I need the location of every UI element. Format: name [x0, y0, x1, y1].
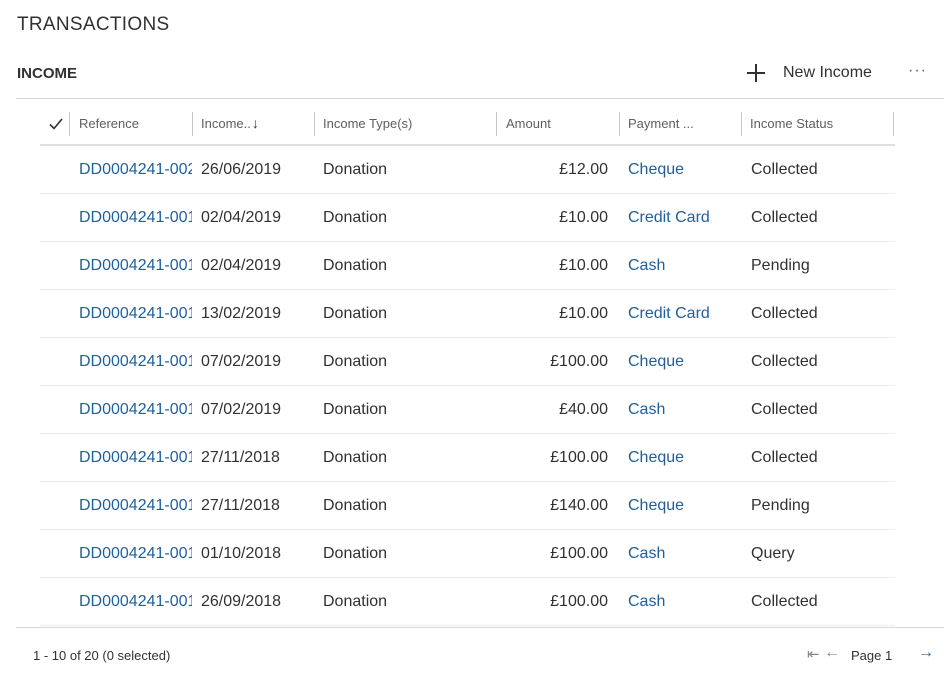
column-header-amount[interactable]: Amount	[497, 100, 619, 146]
amount-cell: £100.00	[550, 352, 608, 370]
table-row[interactable]: DD0004241-001 26/09/2018 Donation £100.0…	[40, 578, 895, 626]
column-header-income-status[interactable]: Income Status	[741, 100, 893, 146]
new-income-label: New Income	[783, 64, 872, 81]
income-type-cell: Donation	[323, 160, 388, 178]
table-row[interactable]: DD0004241-001 01/10/2018 Donation £100.0…	[40, 530, 895, 578]
income-status-cell: Collected	[751, 304, 818, 322]
record-count: 1 - 10 of 20 (0 selected)	[33, 648, 171, 663]
reference-link[interactable]: DD0004241-001	[79, 386, 192, 433]
amount-cell: £40.00	[559, 400, 608, 418]
sort-descending-icon: ↓	[251, 115, 259, 131]
payment-method-link[interactable]: Credit Card	[628, 194, 742, 241]
income-type-cell: Donation	[323, 544, 388, 562]
column-separator	[893, 112, 894, 136]
payment-method-link[interactable]: Cash	[628, 386, 742, 433]
income-status-cell: Collected	[751, 448, 818, 466]
payment-method-link[interactable]: Cheque	[628, 434, 742, 481]
reference-link[interactable]: DD0004241-001	[79, 434, 192, 481]
income-date-cell: 01/10/2018	[201, 544, 282, 562]
income-section-header: INCOME New Income ···	[16, 58, 944, 99]
grid-footer: 1 - 10 of 20 (0 selected) ⇤ ← Page 1 →	[16, 627, 944, 681]
income-date-cell: 26/06/2019	[201, 160, 282, 178]
income-date-cell: 02/04/2019	[201, 208, 282, 226]
income-type-cell: Donation	[323, 352, 388, 370]
amount-cell: £100.00	[550, 544, 608, 562]
income-date-cell: 26/09/2018	[201, 592, 282, 610]
income-date-cell: 07/02/2019	[201, 352, 282, 370]
income-type-cell: Donation	[323, 256, 388, 274]
plus-icon	[746, 63, 766, 83]
reference-link[interactable]: DD0004241-001	[79, 530, 192, 577]
payment-method-link[interactable]: Cash	[628, 578, 742, 625]
page-title: TRANSACTIONS	[17, 14, 170, 35]
income-date-cell: 27/11/2018	[201, 448, 280, 466]
income-status-cell: Collected	[751, 592, 818, 610]
column-header-reference[interactable]: Reference	[70, 100, 192, 146]
payment-method-link[interactable]: Cheque	[628, 338, 742, 385]
amount-cell: £10.00	[559, 304, 608, 322]
income-type-cell: Donation	[323, 592, 388, 610]
table-row[interactable]: DD0004241-001 13/02/2019 Donation £10.00…	[40, 290, 895, 338]
amount-cell: £100.00	[550, 592, 608, 610]
table-row[interactable]: DD0004241-001 07/02/2019 Donation £40.00…	[40, 386, 895, 434]
reference-link[interactable]: DD0004241-001	[79, 482, 192, 529]
table-row[interactable]: DD0004241-001 27/11/2018 Donation £100.0…	[40, 434, 895, 482]
income-date-cell: 02/04/2019	[201, 256, 282, 274]
column-header-income-date[interactable]: Income.. ↓	[192, 100, 314, 146]
payment-method-link[interactable]: Cash	[628, 530, 742, 577]
income-status-cell: Collected	[751, 160, 818, 178]
table-row[interactable]: DD0004241-001 02/04/2019 Donation £10.00…	[40, 194, 895, 242]
amount-cell: £12.00	[559, 160, 608, 178]
table-row[interactable]: DD0004241-002 26/06/2019 Donation £12.00…	[40, 146, 895, 194]
income-type-cell: Donation	[323, 400, 388, 418]
income-date-cell: 27/11/2018	[201, 496, 280, 514]
grid-header: Reference Income.. ↓ Income Type(s) Amoun…	[40, 100, 895, 146]
income-status-cell: Query	[751, 544, 795, 562]
table-row[interactable]: DD0004241-001 27/11/2018 Donation £140.0…	[40, 482, 895, 530]
new-income-button[interactable]: New Income	[746, 60, 872, 86]
reference-link[interactable]: DD0004241-001	[79, 338, 192, 385]
reference-link[interactable]: DD0004241-001	[79, 242, 192, 289]
income-type-cell: Donation	[323, 496, 388, 514]
payment-method-link[interactable]: Cheque	[628, 482, 742, 529]
reference-link[interactable]: DD0004241-001	[79, 578, 192, 625]
table-row[interactable]: DD0004241-001 07/02/2019 Donation £100.0…	[40, 338, 895, 386]
select-all-checkmark-icon[interactable]	[46, 114, 66, 134]
amount-cell: £10.00	[559, 256, 608, 274]
income-type-cell: Donation	[323, 208, 388, 226]
amount-cell: £140.00	[550, 496, 608, 514]
income-date-cell: 07/02/2019	[201, 400, 282, 418]
more-icon[interactable]: ···	[908, 62, 927, 80]
income-status-cell: Pending	[751, 256, 810, 274]
payment-method-link[interactable]: Credit Card	[628, 290, 742, 337]
column-header-income-type[interactable]: Income Type(s)	[314, 100, 496, 146]
page-indicator: Page 1	[851, 648, 893, 663]
income-type-cell: Donation	[323, 448, 388, 466]
payment-method-link[interactable]: Cheque	[628, 146, 742, 193]
previous-page-icon[interactable]: ←	[824, 644, 840, 662]
column-header-payment[interactable]: Payment ...	[619, 100, 741, 146]
income-date-header-label: Income..	[201, 115, 251, 131]
income-status-cell: Pending	[751, 496, 810, 514]
payment-method-link[interactable]: Cash	[628, 242, 742, 289]
table-row[interactable]: DD0004241-001 02/04/2019 Donation £10.00…	[40, 242, 895, 290]
income-status-cell: Collected	[751, 400, 818, 418]
reference-link[interactable]: DD0004241-002	[79, 146, 192, 193]
income-grid: Reference Income.. ↓ Income Type(s) Amoun…	[40, 100, 895, 626]
reference-link[interactable]: DD0004241-001	[79, 290, 192, 337]
income-date-cell: 13/02/2019	[201, 304, 282, 322]
amount-cell: £10.00	[559, 208, 608, 226]
income-type-cell: Donation	[323, 304, 388, 322]
section-title: INCOME	[17, 65, 77, 82]
first-page-icon[interactable]: ⇤	[807, 645, 820, 663]
reference-link[interactable]: DD0004241-001	[79, 194, 192, 241]
income-status-cell: Collected	[751, 352, 818, 370]
income-status-cell: Collected	[751, 208, 818, 226]
amount-cell: £100.00	[550, 448, 608, 466]
next-page-icon[interactable]: →	[918, 644, 934, 662]
